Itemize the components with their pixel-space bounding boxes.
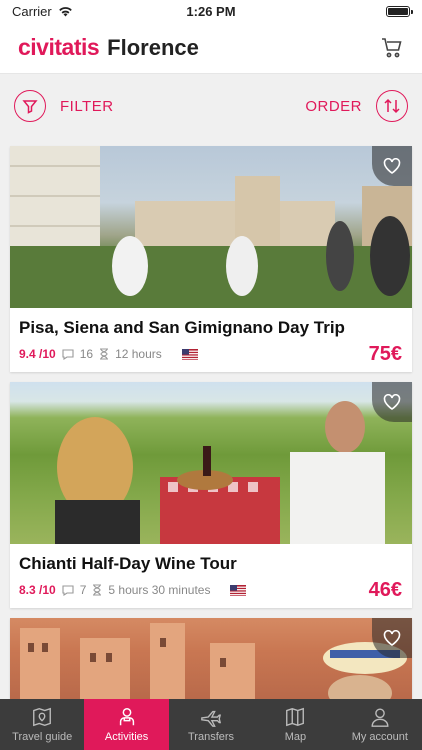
account-icon xyxy=(371,708,389,727)
heart-icon xyxy=(383,630,401,646)
order-button[interactable]: ORDER xyxy=(305,90,408,122)
filter-bar: FILTER ORDER xyxy=(0,74,422,138)
heart-icon xyxy=(383,158,401,174)
activity-image xyxy=(10,618,412,701)
tab-my-account[interactable]: My account xyxy=(338,699,422,750)
filter-label: FILTER xyxy=(60,97,114,115)
siena-photo xyxy=(20,623,407,701)
tab-transfers[interactable]: Transfers xyxy=(169,699,253,750)
activity-info: Pisa, Siena and San Gimignano Day Trip 9… xyxy=(10,308,412,372)
activity-card[interactable]: Chianti Half-Day Wine Tour 8.3 /10 7 5 h… xyxy=(10,382,412,608)
tab-bar: Travel guide Activities Transfers Map My… xyxy=(0,699,422,750)
heart-icon xyxy=(383,394,401,410)
price: 75€ xyxy=(368,343,402,365)
activity-image xyxy=(10,146,412,308)
activity-title: Pisa, Siena and San Gimignano Day Trip xyxy=(19,318,345,337)
map-book-icon xyxy=(33,707,52,727)
status-bar: Carrier 1:26 PM xyxy=(0,0,422,22)
hourglass-icon xyxy=(100,348,109,360)
favorite-button[interactable] xyxy=(372,382,412,422)
filter-button[interactable]: FILTER xyxy=(14,90,114,122)
app-header: civitatis Florence xyxy=(0,22,422,74)
map-icon xyxy=(286,707,305,727)
order-label: ORDER xyxy=(305,97,362,115)
duration: 5 hours 30 minutes xyxy=(108,583,211,597)
battery-icon xyxy=(386,5,413,17)
comment-icon xyxy=(62,584,74,596)
sort-icon xyxy=(376,90,408,122)
favorite-button[interactable] xyxy=(372,618,412,658)
comment-count: 7 xyxy=(79,583,87,597)
carrier-label: Carrier xyxy=(12,3,52,19)
tab-label: My account xyxy=(351,731,408,743)
chianti-photo xyxy=(55,401,385,544)
page-title: Florence xyxy=(107,34,199,60)
comment-icon xyxy=(62,348,74,360)
funnel-icon xyxy=(14,90,46,122)
comment-count: 16 xyxy=(79,347,94,361)
hourglass-icon xyxy=(93,584,102,596)
activity-meta: 8.3 /10 7 5 hours 30 minutes xyxy=(19,583,403,597)
activity-card[interactable]: Pisa, Siena and San Gimignano Day Trip 9… xyxy=(10,146,412,372)
carrier-info: Carrier xyxy=(12,4,73,19)
us-flag-icon xyxy=(181,348,198,360)
tab-label: Travel guide xyxy=(12,731,73,743)
rating: 8.3 /10 xyxy=(19,583,56,597)
activity-image xyxy=(10,382,412,544)
activity-meta: 9.4 /10 16 12 hours xyxy=(19,347,403,361)
tab-travel-guide[interactable]: Travel guide xyxy=(0,699,84,750)
tab-activities[interactable]: Activities xyxy=(84,699,169,750)
tab-label: Activities xyxy=(104,731,149,743)
pisa-photo xyxy=(10,146,412,308)
plane-icon xyxy=(201,710,222,727)
tab-label: Transfers xyxy=(187,731,235,743)
tab-label: Map xyxy=(284,731,307,743)
tab-map[interactable]: Map xyxy=(253,699,337,750)
activity-title: Chianti Half-Day Wine Tour xyxy=(19,554,237,573)
rating: 9.4 /10 xyxy=(19,347,56,361)
person-icon xyxy=(119,708,134,726)
us-flag-icon xyxy=(230,584,247,596)
cart-icon[interactable] xyxy=(380,36,404,60)
activity-list: Pisa, Siena and San Gimignano Day Trip 9… xyxy=(10,146,412,711)
duration: 12 hours xyxy=(115,347,162,361)
activity-card[interactable] xyxy=(10,618,412,701)
favorite-button[interactable] xyxy=(372,146,412,186)
wifi-icon xyxy=(58,6,72,17)
activity-info: Chianti Half-Day Wine Tour 8.3 /10 7 5 h… xyxy=(10,544,412,608)
brand-logo: civitatis xyxy=(18,34,100,60)
price: 46€ xyxy=(368,579,402,601)
